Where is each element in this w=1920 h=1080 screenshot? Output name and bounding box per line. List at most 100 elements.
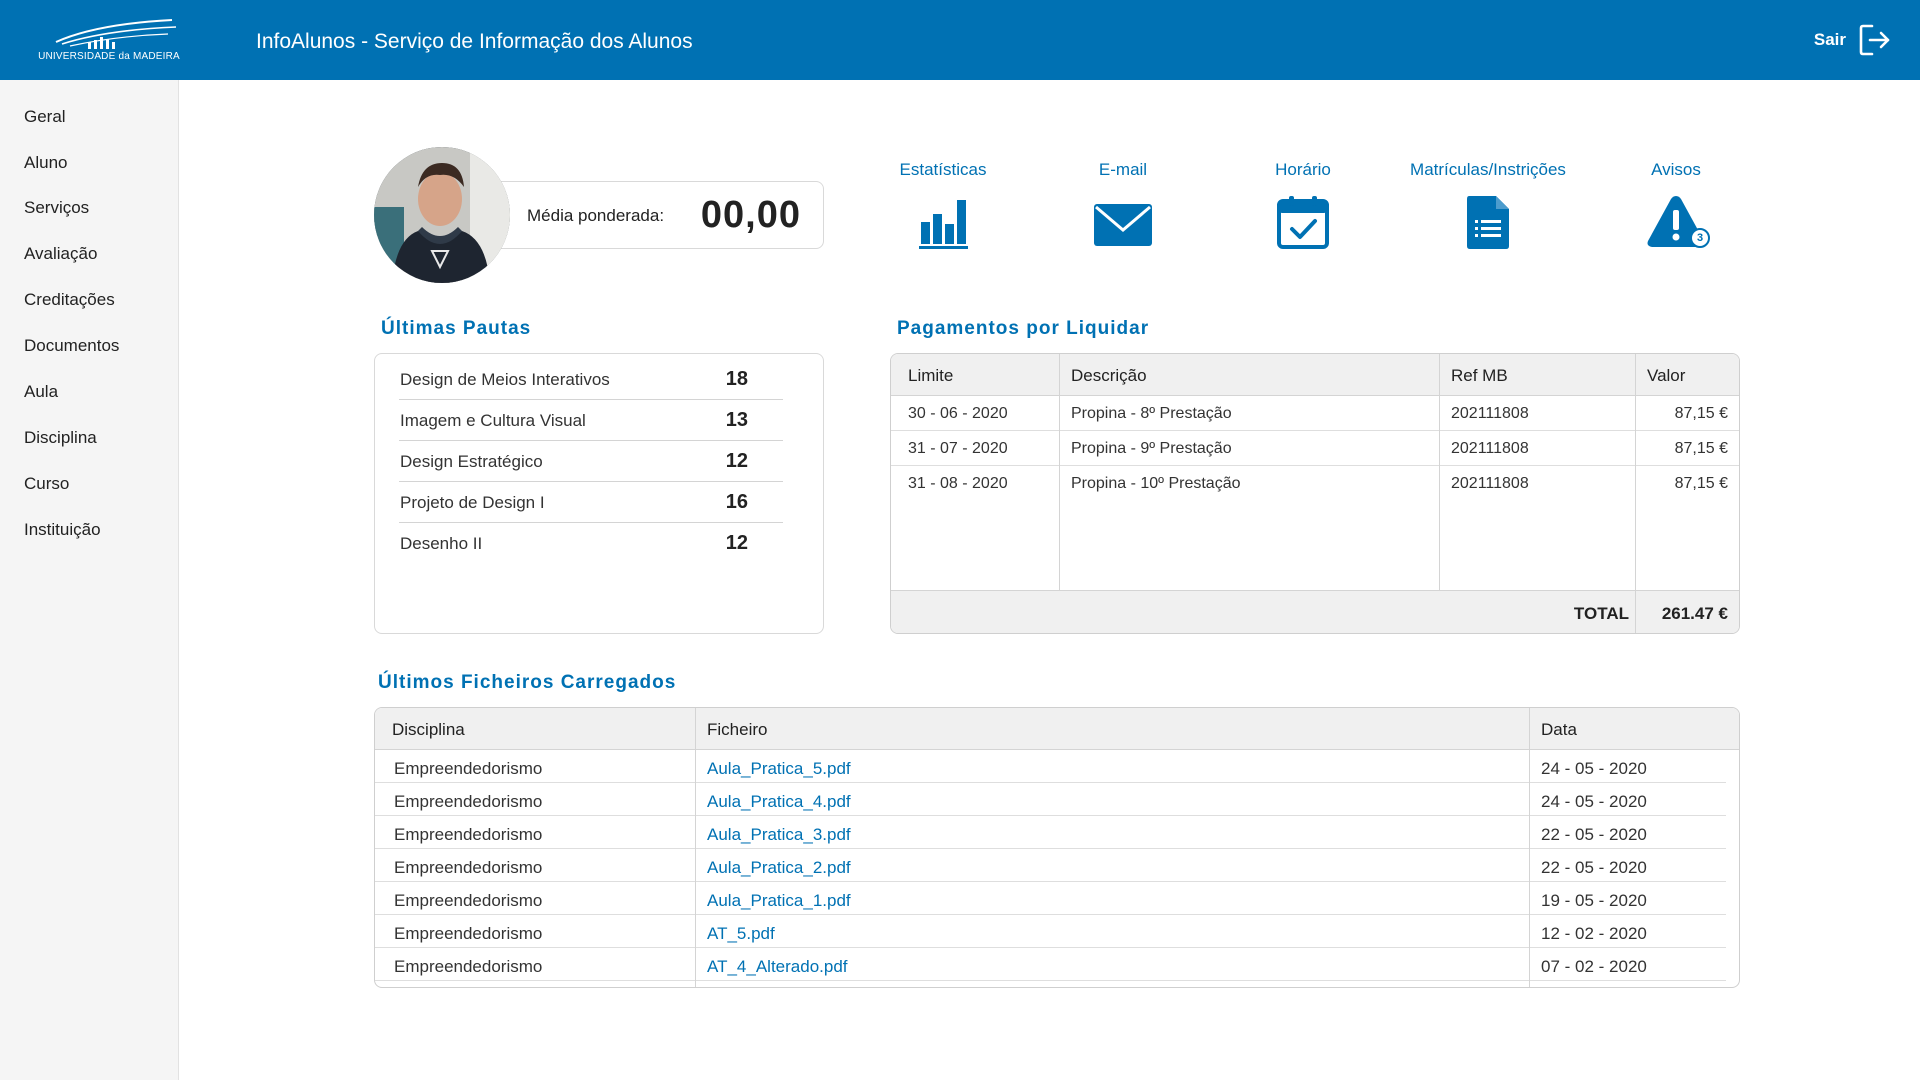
cell-ref-mb: 202111808 (1451, 440, 1529, 457)
university-logo[interactable]: UNIVERSIDADE da MADEIRA (36, 18, 182, 68)
pagamentos-title: Pagamentos por Liquidar (897, 318, 1150, 339)
table-row[interactable]: Empreendedorismo Aula_Pratica_4.pdf 24 -… (375, 783, 1726, 816)
cell-data: 24 - 05 - 2020 (1541, 792, 1647, 811)
cell-descricao: Propina - 10º Prestação (1071, 475, 1241, 492)
ficheiros-table: Disciplina Ficheiro Data Empreendedorism… (374, 707, 1740, 988)
file-link[interactable]: Aula_Pratica_3.pdf (707, 825, 851, 845)
column-header-ref-mb: Ref MB (1451, 366, 1508, 385)
list-item[interactable]: Imagem e Cultura Visual 13 (399, 400, 783, 441)
pauta-nota: 16 (725, 491, 748, 513)
quick-link-estatisticas[interactable]: Estatísticas (848, 160, 1038, 250)
table-row[interactable]: 31 - 08 - 2020 Propina - 10º Prestação 2… (891, 466, 1739, 501)
cell-disciplina: Empreendedorismo (394, 924, 543, 943)
table-row[interactable]: Empreendedorismo Aula_Pratica_5.pdf 24 -… (375, 750, 1726, 783)
column-header-limite: Limite (908, 366, 954, 385)
app-title: InfoAlunos - Serviço de Informação dos A… (256, 30, 693, 53)
column-header-ficheiro: Ficheiro (707, 720, 768, 739)
table-row[interactable]: 30 - 06 - 2020 Propina - 8º Prestação 20… (891, 396, 1739, 431)
file-link[interactable]: Aula_Pratica_5.pdf (707, 759, 851, 779)
file-link[interactable]: Aula_Pratica_2.pdf (707, 858, 851, 878)
sidebar-item-creditacoes[interactable]: Creditações (24, 290, 115, 310)
cell-descricao: Propina - 8º Prestação (1071, 405, 1232, 422)
column-divider (1529, 708, 1530, 987)
list-item[interactable]: Desenho II 12 (399, 523, 783, 564)
quick-link-horario[interactable]: Horário (1208, 160, 1398, 250)
cell-descricao: Propina - 9º Prestação (1071, 440, 1232, 457)
pauta-disciplina: Imagem e Cultura Visual (400, 411, 586, 430)
table-header: Disciplina Ficheiro Data (375, 708, 1739, 750)
cell-ref-mb: 202111808 (1451, 405, 1529, 422)
table-row[interactable]: Empreendedorismo AT_5.pdf 12 - 02 - 2020 (375, 915, 1726, 948)
quick-link-label: Horário (1275, 160, 1331, 179)
table-row[interactable]: Empreendedorismo Aula_Pratica_1.pdf 19 -… (375, 882, 1726, 915)
pautas-title: Últimas Pautas (381, 318, 532, 339)
cell-disciplina: Empreendedorismo (394, 957, 543, 976)
cell-valor: 87,15 € (1674, 440, 1728, 457)
sidebar-item-geral[interactable]: Geral (24, 107, 66, 127)
sidebar-item-aluno[interactable]: Aluno (24, 153, 67, 173)
cell-limite: 31 - 07 - 2020 (908, 440, 1008, 457)
column-header-descricao: Descrição (1071, 366, 1147, 385)
media-ponderada-card: Média ponderada: 00,00 (455, 181, 824, 249)
cell-valor: 87,15 € (1674, 475, 1728, 492)
cell-data: 19 - 05 - 2020 (1541, 891, 1647, 910)
sidebar-item-disciplina[interactable]: Disciplina (24, 428, 97, 448)
calendar-check-icon (1271, 194, 1335, 250)
list-item[interactable]: Design Estratégico 12 (399, 441, 783, 482)
cell-data: 22 - 05 - 2020 (1541, 858, 1647, 877)
pauta-disciplina: Desenho II (400, 534, 483, 553)
logout-button[interactable]: Sair (1814, 20, 1892, 60)
column-header-valor: Valor (1647, 366, 1686, 385)
sidebar-item-documentos[interactable]: Documentos (24, 336, 119, 356)
quick-link-email[interactable]: E-mail (1028, 160, 1218, 250)
pauta-nota: 18 (725, 368, 748, 390)
column-divider (695, 708, 696, 987)
ficheiros-title: Últimos Ficheiros Carregados (378, 672, 677, 693)
sidebar-item-avaliacao[interactable]: Avaliação (24, 244, 97, 264)
notification-badge: 3 (1690, 228, 1710, 248)
list-item[interactable]: Projeto de Design I 16 (399, 482, 783, 523)
quick-link-avisos[interactable]: Avisos 3 (1581, 160, 1771, 250)
file-link[interactable]: Aula_Pratica_4.pdf (707, 792, 851, 812)
cell-disciplina: Empreendedorismo (394, 792, 543, 811)
cell-limite: 31 - 08 - 2020 (908, 475, 1008, 492)
sidebar-item-servicos[interactable]: Serviços (24, 198, 89, 218)
table-row[interactable]: Empreendedorismo Aula_Pratica_2.pdf 22 -… (375, 849, 1726, 882)
table-footer: TOTAL 261.47 € (891, 590, 1739, 633)
cell-data: 12 - 02 - 2020 (1541, 924, 1647, 943)
file-link[interactable]: AT_5.pdf (707, 924, 775, 944)
bar-chart-icon (911, 194, 975, 250)
column-divider (1635, 591, 1636, 633)
avatar[interactable] (374, 147, 510, 283)
sidebar: Geral Aluno Serviços Avaliação Creditaçõ… (0, 80, 179, 1080)
column-header-disciplina: Disciplina (392, 720, 465, 739)
pauta-nota: 12 (725, 450, 748, 472)
logo-text: UNIVERSIDADE da MADEIRA (38, 51, 180, 62)
table-row[interactable]: Empreendedorismo AT_4_Alterado.pdf 07 - … (375, 948, 1726, 981)
pauta-disciplina: Projeto de Design I (400, 493, 545, 512)
media-value: 00,00 (700, 194, 801, 236)
quick-link-matriculas[interactable]: Matrículas/Instrições (1393, 160, 1583, 250)
pauta-disciplina: Design Estratégico (400, 452, 543, 471)
cell-disciplina: Empreendedorismo (394, 825, 543, 844)
table-row[interactable]: Empreendedorismo Aula_Pratica_3.pdf 22 -… (375, 816, 1726, 849)
cell-limite: 30 - 06 - 2020 (908, 405, 1008, 422)
file-link[interactable]: Aula_Pratica_1.pdf (707, 891, 851, 911)
sidebar-item-aula[interactable]: Aula (24, 382, 58, 402)
column-divider (1635, 354, 1636, 590)
student-photo-icon (374, 147, 510, 283)
logout-label: Sair (1813, 30, 1846, 49)
table-row[interactable]: 31 - 07 - 2020 Propina - 9º Prestação 20… (891, 431, 1739, 466)
total-value: 261.47 € (1661, 604, 1728, 623)
quick-link-label: Estatísticas (899, 160, 987, 179)
cell-data: 07 - 02 - 2020 (1541, 957, 1647, 976)
list-item[interactable]: Design de Meios Interativos 18 (399, 359, 783, 400)
sidebar-item-curso[interactable]: Curso (24, 474, 69, 494)
cell-disciplina: Empreendedorismo (394, 858, 543, 877)
sidebar-item-instituicao[interactable]: Instituição (24, 520, 101, 540)
pauta-nota: 13 (725, 409, 748, 431)
quick-link-label: Matrículas/Instrições (1410, 160, 1566, 179)
file-link[interactable]: AT_4_Alterado.pdf (707, 957, 848, 977)
envelope-icon (1091, 194, 1155, 250)
document-list-icon (1456, 194, 1520, 250)
